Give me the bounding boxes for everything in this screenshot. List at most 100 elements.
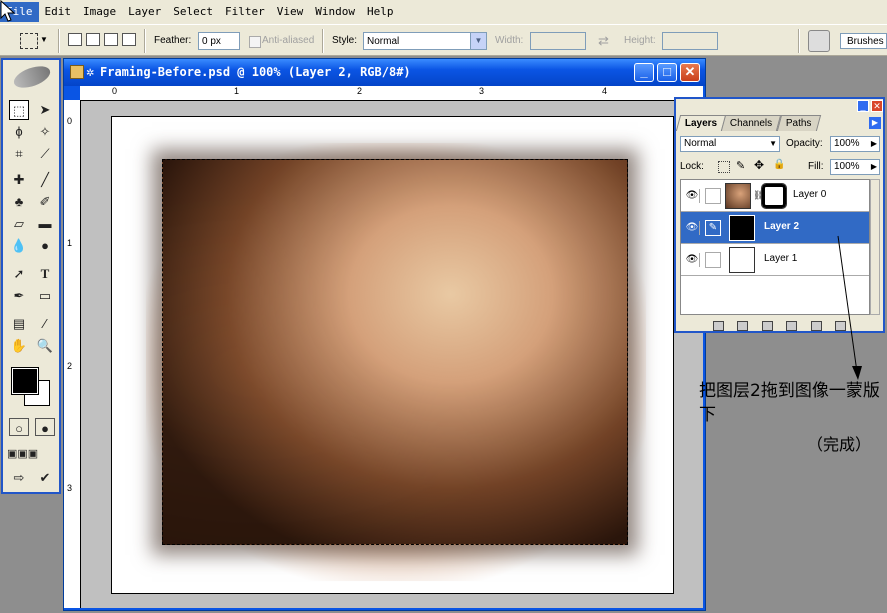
chevron-right-icon: ▶ — [870, 139, 877, 148]
intersect-selection-icon[interactable] — [122, 33, 136, 46]
menu-edit[interactable]: Edit — [39, 2, 78, 22]
ruler-tick: 2 — [357, 86, 363, 96]
layer-row-2[interactable]: 👁 ✎ Layer 2 — [681, 212, 869, 244]
blend-mode-value: Normal — [684, 138, 717, 149]
eyedropper-icon[interactable]: ⁄ — [35, 314, 55, 334]
hand-icon[interactable]: ✋ — [9, 336, 29, 356]
eye-icon[interactable]: 👁 — [685, 221, 700, 235]
tab-paths[interactable]: Paths — [776, 115, 821, 131]
slice-icon[interactable]: ⟋ — [35, 144, 55, 164]
image-canvas[interactable] — [111, 116, 674, 594]
swap-icon[interactable]: ⇄ — [598, 32, 609, 50]
add-selection-icon[interactable] — [86, 33, 100, 46]
move-icon[interactable]: ➤ — [35, 100, 55, 120]
crop-icon[interactable]: ⌗ — [9, 144, 29, 164]
document-titlebar[interactable]: ✲ Framing-Before.psd @ 100% (Layer 2, RG… — [64, 59, 705, 86]
brush-small-icon[interactable]: ✎ — [705, 220, 721, 236]
layers-list: 👁 ⛓ Layer 0 👁 ✎ Layer 2 👁 Layer 1 — [680, 179, 870, 315]
quickmask-mode-icon[interactable]: ● — [35, 418, 55, 436]
antialiased-label: Anti-aliased — [262, 35, 315, 46]
canvas-area[interactable] — [81, 101, 703, 608]
healing-icon[interactable]: ✚ — [9, 170, 29, 190]
menu-select[interactable]: Select — [167, 2, 219, 22]
standard-mode-icon[interactable]: ○ — [9, 418, 29, 436]
new-group-icon[interactable] — [761, 321, 773, 331]
imageready-icon[interactable]: ✔ — [35, 468, 55, 488]
jump-to-icon[interactable]: ⇨ — [9, 468, 29, 488]
history-brush-icon[interactable]: ✐ — [35, 192, 55, 212]
link-icon[interactable] — [705, 252, 721, 268]
type-icon[interactable]: T — [35, 264, 55, 284]
feather-input[interactable]: 0 px — [198, 32, 240, 50]
minimize-button[interactable]: _ — [857, 100, 869, 112]
lock-brush-icon[interactable]: ✎ — [736, 159, 745, 172]
mask-thumbnail[interactable] — [761, 183, 787, 209]
menu-help[interactable]: Help — [361, 2, 400, 22]
eye-icon[interactable]: 👁 — [685, 189, 700, 203]
layer-row-0[interactable]: 👁 ⛓ Layer 0 — [681, 180, 869, 212]
ruler-tick: 1 — [67, 238, 73, 248]
tab-layers[interactable]: Layers — [675, 115, 727, 131]
dodge-icon[interactable]: ● — [35, 236, 55, 256]
new-selection-icon[interactable] — [68, 33, 82, 46]
layer-style-icon[interactable] — [712, 321, 724, 331]
brushes-tab[interactable]: Brushes — [840, 33, 887, 49]
menu-layer[interactable]: Layer — [122, 2, 167, 22]
file-browser-icon[interactable] — [808, 30, 830, 52]
shape-icon[interactable]: ▭ — [35, 286, 55, 306]
brush-icon[interactable]: ╱ — [35, 170, 55, 190]
style-select[interactable]: Normal ▼ — [363, 32, 487, 50]
adjustment-layer-icon[interactable] — [786, 321, 798, 331]
lock-all-icon[interactable]: 🔒 — [773, 159, 785, 170]
lasso-icon[interactable]: ϕ — [9, 122, 29, 142]
close-button[interactable]: ✕ — [680, 63, 700, 82]
couple-photo[interactable] — [162, 159, 628, 545]
layers-scrollbar[interactable] — [870, 179, 880, 315]
fill-input[interactable]: 100% ▶ — [830, 159, 880, 175]
menu-image[interactable]: Image — [77, 2, 122, 22]
blur-icon[interactable]: 💧 — [9, 236, 29, 256]
document-icon — [70, 65, 84, 79]
link-icon[interactable] — [705, 188, 721, 204]
subtract-selection-icon[interactable] — [104, 33, 118, 46]
add-mask-icon[interactable] — [737, 321, 749, 331]
zoom-icon[interactable]: 🔍 — [35, 336, 55, 356]
trash-icon[interactable] — [835, 321, 847, 331]
height-input[interactable] — [662, 32, 718, 50]
screen-mode-icon[interactable]: ▣▣▣ — [7, 444, 38, 464]
ruler-vertical: 0 1 2 3 — [64, 100, 81, 608]
gradient-icon[interactable]: ▬ — [35, 214, 55, 234]
close-button[interactable]: ✕ — [871, 100, 883, 112]
opacity-input[interactable]: 100% ▶ — [830, 136, 880, 152]
chevron-down-icon[interactable]: ▼ — [40, 35, 48, 44]
foreground-color-swatch[interactable] — [11, 367, 39, 395]
menu-window[interactable]: Window — [309, 2, 361, 22]
lock-move-icon[interactable]: ✥ — [754, 158, 764, 172]
marquee-preset-icon[interactable] — [20, 33, 38, 49]
lock-transparent-icon[interactable] — [718, 161, 730, 173]
path-select-icon[interactable]: ➚ — [9, 264, 29, 284]
tab-channels[interactable]: Channels — [721, 115, 782, 131]
marquee-icon[interactable]: ⬚ — [9, 100, 29, 120]
menu-view[interactable]: View — [271, 2, 310, 22]
layers-bottom-bar — [676, 319, 883, 333]
blend-mode-select[interactable]: Normal ▼ — [680, 136, 780, 152]
ruler-tick: 0 — [112, 86, 118, 96]
new-layer-icon[interactable] — [810, 321, 822, 331]
eye-icon[interactable]: 👁 — [685, 253, 700, 267]
magic-wand-icon[interactable]: ✧ — [35, 122, 55, 142]
eraser-icon[interactable]: ▱ — [9, 214, 29, 234]
layer-name: Layer 1 — [764, 253, 798, 264]
layer-thumbnail — [729, 247, 755, 273]
width-input[interactable] — [530, 32, 586, 50]
minimize-button[interactable]: _ — [634, 63, 654, 82]
layer-row-1[interactable]: 👁 Layer 1 — [681, 244, 869, 276]
stamp-icon[interactable]: ♣ — [9, 192, 29, 212]
menu-filter[interactable]: Filter — [219, 2, 271, 22]
panel-menu-icon[interactable]: ▶ — [869, 117, 881, 129]
maximize-button[interactable]: □ — [657, 63, 677, 82]
antialiased-checkbox[interactable] — [249, 36, 261, 48]
pen-icon[interactable]: ✒ — [9, 286, 29, 306]
panel-titlebar[interactable]: _ ✕ — [676, 99, 883, 113]
notes-icon[interactable]: ▤ — [9, 314, 29, 334]
